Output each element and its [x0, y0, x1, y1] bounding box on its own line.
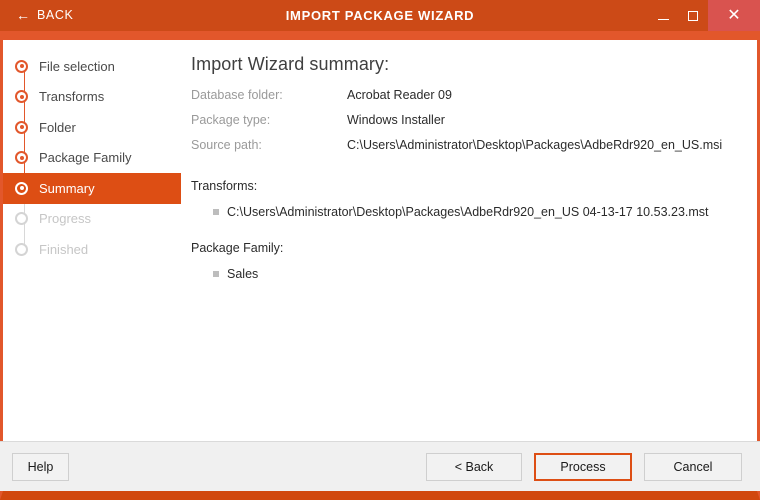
minimize-button[interactable] [648, 0, 678, 31]
detail-label: Package type: [191, 113, 271, 127]
step-marker-icon [15, 151, 28, 165]
sidebar-item-folder[interactable]: Folder [3, 112, 181, 143]
sidebar-item-label: Progress [39, 211, 92, 227]
sidebar-item-summary[interactable]: Summary [3, 173, 181, 204]
detail-row-database-folder: Database folder: Acrobat Reader 09 [191, 88, 739, 102]
detail-value: Acrobat Reader 09 [347, 88, 452, 102]
sidebar-item-label: Package Family [39, 150, 132, 166]
step-marker-icon [15, 59, 28, 73]
sidebar-item-finished[interactable]: Finished [3, 234, 181, 265]
sidebar-item-label: Transforms [39, 89, 105, 105]
sidebar-item-transforms[interactable]: Transforms [3, 81, 181, 112]
list-item: C:\Users\Administrator\Desktop\Packages\… [213, 205, 739, 219]
list-item-label: Sales [227, 267, 259, 281]
sidebar-item-label: Summary [39, 180, 95, 196]
window-title: IMPORT PACKAGE WIZARD [285, 8, 475, 23]
detail-row-package-type: Package type: Windows Installer [191, 113, 739, 127]
back-button-label: BACK [37, 8, 74, 22]
summary-content: Import Wizard summary: Database folder: … [181, 40, 757, 441]
list-item-label: C:\Users\Administrator\Desktop\Packages\… [227, 205, 709, 219]
footer-bar: Help < Back Process Cancel [0, 441, 760, 491]
package-family-section: Package Family: Sales [191, 241, 739, 281]
close-button[interactable]: ✕ [708, 0, 760, 31]
transforms-title: Transforms: [191, 179, 258, 193]
back-button[interactable]: ← BACK [4, 5, 83, 26]
sidebar-item-label: File selection [39, 58, 115, 74]
list-item: Sales [213, 267, 739, 281]
package-family-title: Package Family: [191, 241, 284, 255]
detail-label: Source path: [191, 138, 262, 152]
footer-button-group: < Back Process Cancel [426, 452, 742, 481]
maximize-button[interactable] [678, 0, 708, 31]
title-bar: ← BACK IMPORT PACKAGE WIZARD ✕ [0, 0, 760, 31]
step-marker-icon [15, 90, 28, 104]
detail-value: C:\Users\Administrator\Desktop\Packages\… [347, 138, 723, 152]
help-button[interactable]: Help [12, 452, 69, 481]
page-title: Import Wizard summary: [191, 54, 390, 74]
import-package-wizard-window: ← BACK IMPORT PACKAGE WIZARD ✕ File sele… [0, 0, 760, 500]
step-marker-icon [15, 181, 28, 195]
arrow-left-icon: ← [16, 7, 30, 23]
step-marker-icon [15, 242, 28, 256]
sidebar-item-label: Finished [39, 241, 89, 257]
maximize-icon [688, 10, 698, 21]
window-controls: ✕ [648, 0, 760, 31]
step-marker-icon [15, 212, 28, 226]
sidebar-item-file-selection[interactable]: File selection [3, 51, 181, 82]
sidebar-item-progress[interactable]: Progress [3, 203, 181, 234]
close-icon: ✕ [727, 6, 741, 24]
transforms-section: Transforms: C:\Users\Administrator\Deskt… [191, 179, 739, 219]
cancel-button[interactable]: Cancel [644, 452, 742, 481]
square-bullet-icon [213, 209, 219, 215]
detail-row-source-path: Source path: C:\Users\Administrator\Desk… [191, 138, 739, 152]
step-marker-icon [15, 120, 28, 134]
process-button[interactable]: Process [534, 452, 632, 481]
detail-label: Database folder: [191, 88, 283, 102]
wizard-steps-sidebar: File selection Transforms Folder Package… [3, 40, 181, 441]
square-bullet-icon [213, 271, 219, 277]
sidebar-item-label: Folder [39, 119, 76, 135]
title-bar-accent-strip [0, 31, 760, 40]
sidebar-item-package-family[interactable]: Package Family [3, 142, 181, 173]
detail-value: Windows Installer [347, 113, 445, 127]
back-nav-button[interactable]: < Back [426, 452, 522, 481]
window-body: File selection Transforms Folder Package… [3, 40, 757, 441]
minimize-icon [657, 18, 669, 20]
